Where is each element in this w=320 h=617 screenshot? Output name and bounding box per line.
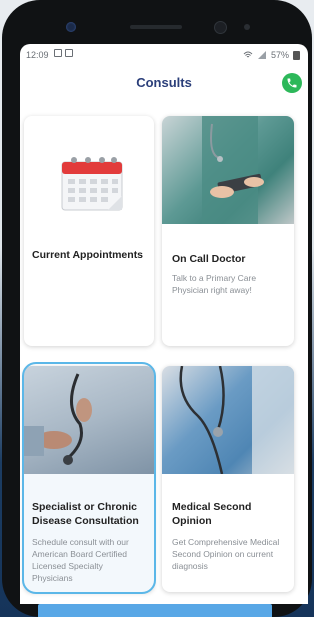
front-camera-icon xyxy=(66,22,76,32)
card-title: Medical Second Opinion xyxy=(172,501,252,527)
card-specialist-consultation[interactable]: Specialist or Chronic Disease Consultati… xyxy=(24,366,154,592)
bottom-accent-bar xyxy=(38,604,272,617)
calendar-icon xyxy=(61,157,123,211)
status-right: 57% xyxy=(243,50,300,60)
doctor-tablet-image xyxy=(202,116,264,224)
page-title: Consults xyxy=(136,75,192,90)
earpiece-speaker xyxy=(130,25,182,29)
status-bar: 12:09 57% xyxy=(20,44,308,64)
phone-icon xyxy=(287,78,297,88)
card-title: Specialist or Chronic Disease Consultati… xyxy=(32,501,139,527)
app-screen: 12:09 57% Consults Current Appointments … xyxy=(20,44,308,604)
notification-icons xyxy=(54,49,73,57)
call-button[interactable] xyxy=(282,73,302,93)
doctor-photo xyxy=(162,116,294,224)
battery-icon xyxy=(293,50,300,60)
stethoscope-hand-image xyxy=(24,373,92,465)
doctor-stethoscope-photo xyxy=(162,366,294,475)
notification-icon xyxy=(54,49,62,57)
phone-device: 12:09 57% Consults Current Appointments … xyxy=(2,0,312,617)
doctor-coat-image xyxy=(179,366,294,475)
card-medical-second-opinion[interactable]: Medical Second Opinion Get Comprehensive… xyxy=(162,366,294,592)
card-current-appointments[interactable]: Current Appointments xyxy=(24,116,154,346)
card-description: Talk to a Primary Care Physician right a… xyxy=(172,273,257,295)
proximity-sensor xyxy=(244,24,250,30)
status-time: 12:09 xyxy=(26,50,49,60)
signal-icon xyxy=(257,51,266,59)
card-title: Current Appointments xyxy=(32,249,144,261)
battery-percent: 57% xyxy=(270,50,289,60)
wifi-icon xyxy=(243,51,253,58)
stethoscope-photo xyxy=(24,366,154,474)
message-icon xyxy=(65,49,73,57)
card-on-call-doctor[interactable]: On Call Doctor Talk to a Primary Care Ph… xyxy=(162,116,294,346)
device-top-bezel xyxy=(2,0,312,44)
card-description: Schedule consult with our American Board… xyxy=(32,537,129,583)
card-title: On Call Doctor xyxy=(172,253,246,265)
app-header: Consults xyxy=(20,68,308,98)
sensor-camera-icon xyxy=(214,21,227,34)
card-description: Get Comprehensive Medical Second Opinion… xyxy=(172,537,280,571)
